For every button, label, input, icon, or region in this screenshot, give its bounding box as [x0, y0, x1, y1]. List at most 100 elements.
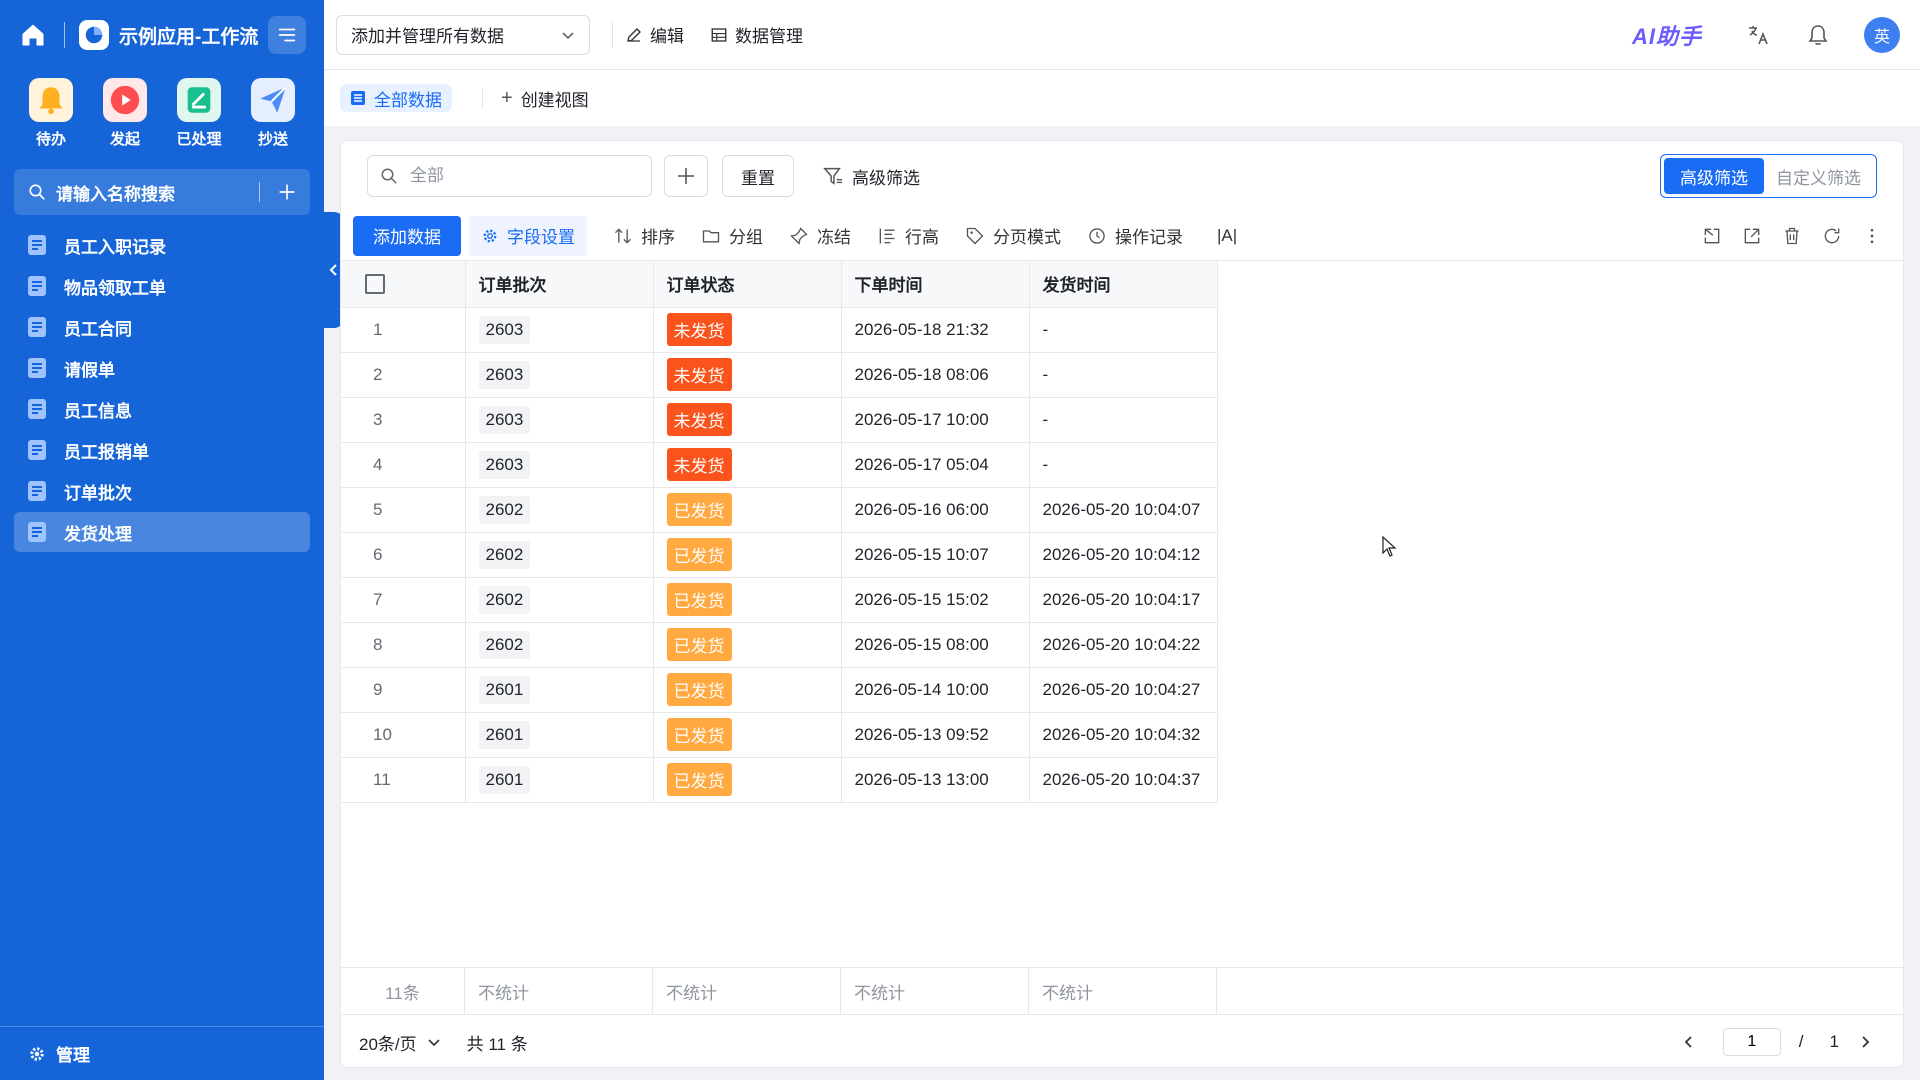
batch-cell[interactable]: 2603 [465, 397, 654, 443]
table-row[interactable]: 3 2603 未发货 2026-05-17 10:00- [341, 397, 1218, 443]
ship-time-cell[interactable]: - [1029, 442, 1218, 488]
ai-assistant-button[interactable]: AI助手 [1632, 19, 1702, 51]
column-header[interactable]: 下单时间 [841, 261, 1030, 308]
batch-cell[interactable]: 2601 [465, 757, 654, 803]
order-time-cell[interactable]: 2026-05-14 10:00 [841, 667, 1030, 713]
sidebar-item[interactable]: 员工信息 [14, 389, 310, 429]
batch-cell[interactable]: 2603 [465, 442, 654, 488]
table-row[interactable]: 4 2603 未发货 2026-05-17 05:04- [341, 442, 1218, 488]
row-height-button[interactable]: 行高 [877, 223, 939, 248]
table-row[interactable]: 8 2602 已发货 2026-05-15 08:00 2026-05-20 10:04… [341, 622, 1218, 668]
status-cell[interactable]: 未发货 [653, 442, 842, 488]
ship-time-cell[interactable]: - [1029, 397, 1218, 443]
summary-cell[interactable]: 不统计 [1029, 968, 1217, 1014]
search-input[interactable] [410, 166, 630, 186]
ship-time-cell[interactable]: 2026-05-20 10:04:22 [1029, 622, 1218, 668]
table-row[interactable]: 5 2602 已发货 2026-05-16 06:00 2026-05-20 10:04… [341, 487, 1218, 533]
select-all-checkbox[interactable] [365, 273, 385, 294]
export-icon[interactable] [1741, 225, 1763, 247]
chevron-right-icon[interactable] [1857, 1034, 1873, 1050]
order-time-cell[interactable]: 2026-05-15 10:07 [841, 532, 1030, 578]
sidebar-search[interactable]: 请输入名称搜索 [14, 169, 310, 215]
plus-icon[interactable] [278, 183, 296, 201]
status-cell[interactable]: 已发货 [653, 532, 842, 578]
field-settings-button[interactable]: 字段设置 [469, 215, 587, 256]
advanced-filter-button[interactable]: 高级筛选 [822, 164, 920, 189]
filter-mode-custom[interactable]: 自定义筛选 [1764, 164, 1873, 189]
ship-time-cell[interactable]: 2026-05-20 10:04:32 [1029, 712, 1218, 758]
sidebar-item[interactable]: 员工合同 [14, 307, 310, 347]
import-icon[interactable] [1701, 225, 1723, 247]
sidebar-search-input[interactable]: 请输入名称搜索 [56, 180, 259, 205]
column-header[interactable]: 发货时间 [1029, 261, 1218, 308]
group-button[interactable]: 分组 [701, 223, 763, 248]
status-cell[interactable]: 未发货 [653, 307, 842, 353]
sort-button[interactable]: 排序 [613, 223, 675, 248]
search-box[interactable] [367, 155, 652, 197]
quick-done[interactable]: 已处理 [169, 78, 229, 149]
batch-cell[interactable]: 2602 [465, 622, 654, 668]
batch-cell[interactable]: 2602 [465, 487, 654, 533]
sidebar-item[interactable]: 请假单 [14, 348, 310, 388]
batch-cell[interactable]: 2601 [465, 667, 654, 713]
refresh-icon[interactable] [1821, 225, 1843, 247]
table-row[interactable]: 6 2602 已发货 2026-05-15 10:07 2026-05-20 10:04… [341, 532, 1218, 578]
add-filter-button[interactable] [664, 155, 708, 197]
batch-cell[interactable]: 2601 [465, 712, 654, 758]
chevron-left-icon[interactable] [1681, 1034, 1697, 1050]
quick-cc[interactable]: 抄送 [243, 78, 303, 149]
freeze-button[interactable]: 冻结 [789, 223, 851, 248]
data-manage-button[interactable]: 数据管理 [710, 22, 803, 47]
ship-time-cell[interactable]: 2026-05-20 10:04:27 [1029, 667, 1218, 713]
table-row[interactable]: 9 2601 已发货 2026-05-14 10:00 2026-05-20 10:04… [341, 667, 1218, 713]
ship-time-cell[interactable]: 2026-05-20 10:04:17 [1029, 577, 1218, 623]
sidebar-item[interactable]: 物品领取工单 [14, 266, 310, 306]
sidebar-item-active[interactable]: 发货处理 [14, 512, 310, 552]
avatar[interactable]: 英 [1864, 16, 1900, 53]
edit-button[interactable]: 编辑 [625, 22, 684, 47]
page-size-select[interactable]: 20条/页 [359, 1030, 441, 1055]
status-cell[interactable]: 已发货 [653, 487, 842, 533]
table-row[interactable]: 10 2601 已发货 2026-05-13 09:52 2026-05-20 10:0… [341, 712, 1218, 758]
home-icon[interactable] [18, 20, 48, 50]
status-cell[interactable]: 未发货 [653, 397, 842, 443]
ship-time-cell[interactable]: 2026-05-20 10:04:07 [1029, 487, 1218, 533]
translate-icon[interactable] [1744, 21, 1772, 49]
tab-all-data[interactable]: 全部数据 [340, 84, 452, 112]
create-view-button[interactable]: + 创建视图 [501, 86, 589, 111]
page-number-input[interactable] [1722, 1028, 1781, 1056]
batch-cell[interactable]: 2603 [465, 352, 654, 398]
notification-bell-icon[interactable] [1804, 21, 1832, 49]
status-cell[interactable]: 已发货 [653, 712, 842, 758]
batch-cell[interactable]: 2602 [465, 577, 654, 623]
ship-time-cell[interactable]: 2026-05-20 10:04:37 [1029, 757, 1218, 803]
table-row[interactable]: 2 2603 未发货 2026-05-18 08:06- [341, 352, 1218, 398]
status-cell[interactable]: 已发货 [653, 577, 842, 623]
order-time-cell[interactable]: 2026-05-18 21:32 [841, 307, 1030, 353]
order-time-cell[interactable]: 2026-05-17 10:00 [841, 397, 1030, 443]
batch-cell[interactable]: 2603 [465, 307, 654, 353]
status-cell[interactable]: 已发货 [653, 757, 842, 803]
batch-cell[interactable]: 2602 [465, 532, 654, 578]
manage-button[interactable]: 管理 [0, 1026, 324, 1080]
trash-icon[interactable] [1781, 225, 1803, 247]
order-time-cell[interactable]: 2026-05-16 06:00 [841, 487, 1030, 533]
quick-start[interactable]: 发起 [95, 78, 155, 149]
font-size-button[interactable]: |A| [1217, 226, 1237, 246]
sidebar-item[interactable]: 订单批次 [14, 471, 310, 511]
table-row[interactable]: 1 2603 未发货 2026-05-18 21:32- [341, 307, 1218, 353]
order-time-cell[interactable]: 2026-05-18 08:06 [841, 352, 1030, 398]
more-icon[interactable] [1861, 225, 1883, 247]
add-data-button[interactable]: 添加数据 [353, 215, 461, 256]
quick-todo[interactable]: 待办 [21, 78, 81, 149]
status-cell[interactable]: 已发货 [653, 667, 842, 713]
ship-time-cell[interactable]: - [1029, 352, 1218, 398]
order-time-cell[interactable]: 2026-05-17 05:04 [841, 442, 1030, 488]
summary-cell[interactable]: 不统计 [653, 968, 841, 1014]
sidebar-item[interactable]: 员工报销单 [14, 430, 310, 470]
reset-button[interactable]: 重置 [722, 155, 794, 197]
ship-time-cell[interactable]: 2026-05-20 10:04:12 [1029, 532, 1218, 578]
table-row[interactable]: 11 2601 已发货 2026-05-13 13:00 2026-05-20 10:0… [341, 757, 1218, 803]
column-header[interactable]: 订单状态 [653, 261, 842, 308]
column-header[interactable]: 订单批次 [465, 261, 654, 308]
